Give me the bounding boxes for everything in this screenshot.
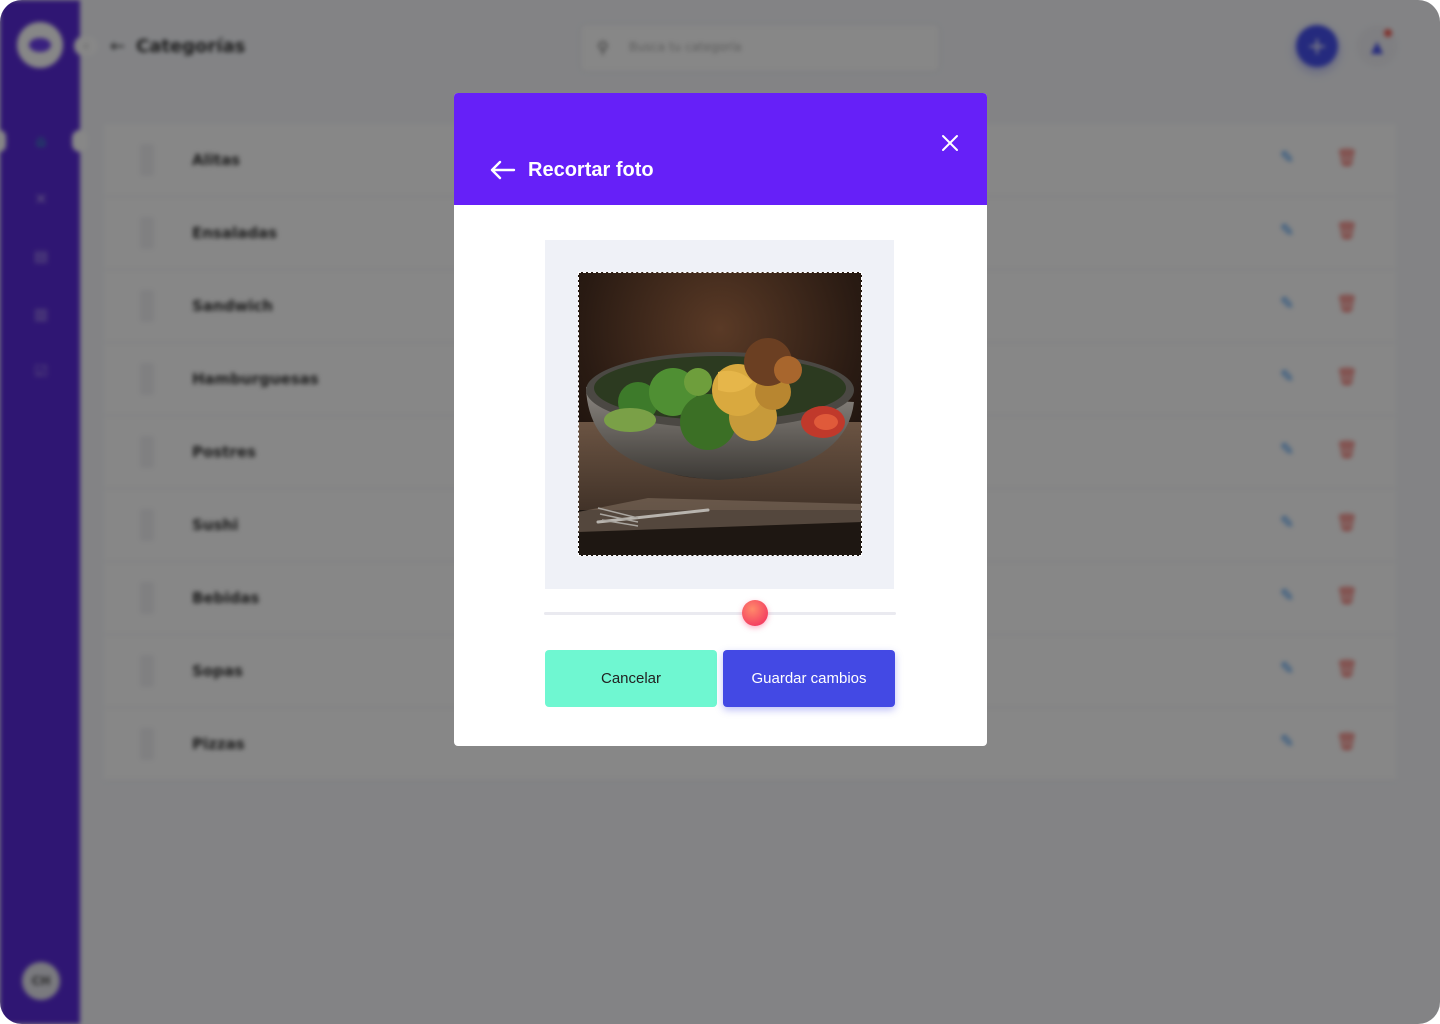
app-window: ‹ ⌂ ✕ ▤ ▥ ☑ CH ← Categorías ⚲ Busca tu c… (0, 0, 1440, 1024)
crop-area[interactable] (545, 240, 894, 589)
zoom-slider-thumb[interactable] (742, 600, 769, 626)
dialog-title: Recortar foto (528, 159, 654, 181)
cancel-button[interactable]: Cancelar (545, 650, 717, 707)
dialog-header: Recortar foto (454, 93, 987, 205)
crop-photo-dialog: Recortar foto Cancelar Guardar cambios (454, 93, 987, 746)
save-changes-button[interactable]: Guardar cambios (723, 650, 895, 707)
crop-frame[interactable] (578, 272, 862, 556)
back-arrow-icon[interactable] (490, 157, 516, 183)
close-icon[interactable] (938, 131, 962, 155)
zoom-slider-track[interactable] (544, 612, 896, 615)
